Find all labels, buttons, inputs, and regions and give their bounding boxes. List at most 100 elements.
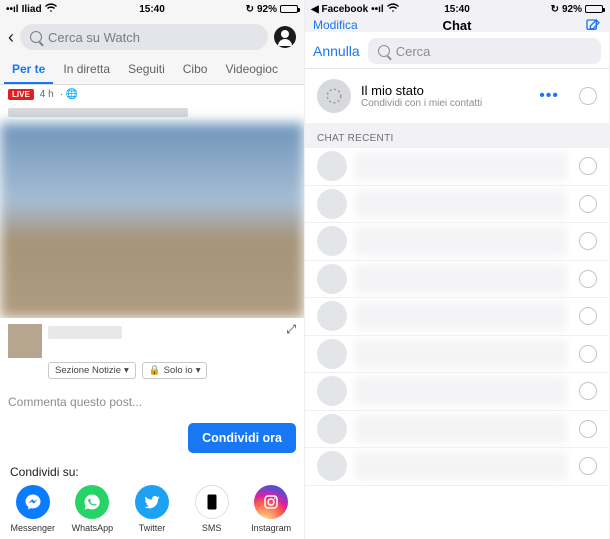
instagram-icon <box>254 485 288 519</box>
chat-preview-blurred <box>355 227 567 255</box>
globe-icon: · 🌐 <box>60 89 79 100</box>
tab-seguiti[interactable]: Seguiti <box>120 56 173 84</box>
signal-icon: ••ıl <box>371 4 384 15</box>
modal-header: Annulla Cerca <box>305 32 609 69</box>
chat-row[interactable] <box>305 336 609 374</box>
lock-icon: 🔒 <box>149 365 161 376</box>
avatar <box>317 151 347 181</box>
search-input[interactable]: Cerca su Watch <box>20 24 268 50</box>
underlying-header-peek: Modifica Chat <box>305 18 609 32</box>
profile-name-placeholder <box>48 326 122 339</box>
share-app-messenger[interactable]: Messenger <box>10 485 56 533</box>
my-status-subtitle: Condividi con i miei contatti <box>361 98 482 109</box>
status-bar: ••ıl Iliad 15:40 ↻ 92% <box>0 0 304 18</box>
avatar <box>317 339 347 369</box>
wifi-icon <box>387 3 399 16</box>
chat-preview-blurred <box>355 152 567 180</box>
battery-percent: 92% <box>562 4 582 15</box>
post-meta: LIVE 4 h · 🌐 <box>0 85 304 104</box>
audience-section-pill[interactable]: Sezione Notizie ▾ <box>48 362 136 379</box>
chat-row[interactable] <box>305 373 609 411</box>
status-avatar-icon <box>317 79 351 113</box>
battery-percent: 92% <box>257 4 277 15</box>
back-button[interactable]: ‹ <box>8 27 14 48</box>
status-bar: ◀ Facebook ••ıl 15:40 ↻ 92% <box>305 0 609 18</box>
chat-preview-blurred <box>355 190 567 218</box>
post-text-placeholder <box>8 108 188 117</box>
search-icon <box>378 45 390 57</box>
recent-chats-list <box>305 148 609 539</box>
select-radio[interactable] <box>579 232 597 250</box>
avatar <box>317 301 347 331</box>
back-to-app[interactable]: ◀ Facebook <box>311 4 368 15</box>
chat-row[interactable] <box>305 223 609 261</box>
battery-icon <box>585 5 603 13</box>
select-radio[interactable] <box>579 87 597 105</box>
watch-tabs: Per te In diretta Seguiti Cibo Videogioc <box>0 56 304 85</box>
sync-icon: ↻ <box>551 4 559 15</box>
more-icon[interactable]: ••• <box>539 87 559 105</box>
chat-row[interactable] <box>305 186 609 224</box>
select-radio[interactable] <box>579 270 597 288</box>
chat-row[interactable] <box>305 148 609 186</box>
chat-preview-blurred <box>355 340 567 368</box>
status-time: 15:40 <box>444 4 470 15</box>
wifi-icon <box>45 3 57 16</box>
privacy-pill[interactable]: 🔒 Solo io ▾ <box>142 362 208 379</box>
signal-icon: ••ıl <box>6 4 19 15</box>
select-radio[interactable] <box>579 420 597 438</box>
status-time: 15:40 <box>139 4 165 15</box>
select-radio[interactable] <box>579 195 597 213</box>
share-on-section: Condividi su: Messenger WhatsApp Twitter… <box>0 461 304 539</box>
tab-cibo[interactable]: Cibo <box>175 56 216 84</box>
tab-per-te[interactable]: Per te <box>4 56 53 84</box>
chat-preview-blurred <box>355 302 567 330</box>
sms-icon <box>195 485 229 519</box>
select-radio[interactable] <box>579 382 597 400</box>
video-preview[interactable] <box>0 123 304 318</box>
share-now-button[interactable]: Condividi ora <box>188 423 296 453</box>
battery-icon <box>280 5 298 13</box>
share-thumbnail <box>8 324 42 358</box>
select-radio[interactable] <box>579 457 597 475</box>
profile-button[interactable] <box>274 26 296 48</box>
share-app-instagram[interactable]: Instagram <box>248 485 294 533</box>
avatar <box>317 451 347 481</box>
search-input[interactable]: Cerca <box>368 38 601 64</box>
avatar <box>317 189 347 219</box>
share-app-twitter[interactable]: Twitter <box>129 485 175 533</box>
select-radio[interactable] <box>579 345 597 363</box>
sync-icon: ↻ <box>246 4 254 15</box>
expand-icon[interactable]: ⤢ <box>286 322 296 337</box>
search-placeholder: Cerca su Watch <box>48 30 140 45</box>
share-app-sms[interactable]: SMS <box>189 485 235 533</box>
avatar <box>317 376 347 406</box>
tab-in-diretta[interactable]: In diretta <box>55 56 118 84</box>
chat-preview-blurred <box>355 415 567 443</box>
chat-row[interactable] <box>305 411 609 449</box>
comment-input[interactable]: Commenta questo post... <box>0 385 304 419</box>
chat-row[interactable] <box>305 448 609 486</box>
post-time: 4 h <box>40 89 54 100</box>
avatar <box>317 414 347 444</box>
carrier-label: Iliad <box>22 4 42 15</box>
avatar <box>317 226 347 256</box>
select-radio[interactable] <box>579 157 597 175</box>
underlying-edit: Modifica <box>313 18 358 32</box>
select-radio[interactable] <box>579 307 597 325</box>
cancel-button[interactable]: Annulla <box>313 43 360 59</box>
chat-preview-blurred <box>355 377 567 405</box>
chevron-down-icon: ▾ <box>124 365 129 376</box>
chat-row[interactable] <box>305 298 609 336</box>
chat-row[interactable] <box>305 261 609 299</box>
search-placeholder: Cerca <box>396 44 431 59</box>
feed: LIVE 4 h · 🌐 ⤢ Sezione Notizie ▾ 🔒 Solo … <box>0 85 304 539</box>
tab-videogiochi[interactable]: Videogioc <box>217 56 286 84</box>
avatar <box>317 264 347 294</box>
phone-left-facebook: ••ıl Iliad 15:40 ↻ 92% ‹ Cerca su Watch … <box>0 0 305 539</box>
share-app-whatsapp[interactable]: WhatsApp <box>70 485 116 533</box>
my-status-row[interactable]: Il mio stato Condividi con i miei contat… <box>305 69 609 123</box>
chevron-down-icon: ▾ <box>196 365 201 376</box>
whatsapp-icon <box>75 485 109 519</box>
live-badge: LIVE <box>8 89 34 100</box>
